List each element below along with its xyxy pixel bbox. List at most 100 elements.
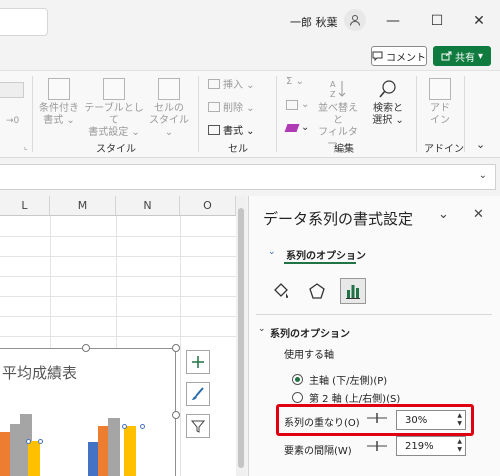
chart-resize-handle[interactable] bbox=[82, 344, 90, 352]
comments-button[interactable]: コメント bbox=[371, 46, 427, 66]
slider-icon bbox=[367, 413, 387, 423]
addins-grid-icon bbox=[429, 78, 451, 100]
column-header-m[interactable]: M bbox=[50, 196, 116, 216]
paintbrush-icon bbox=[192, 387, 204, 400]
ribbon-separator bbox=[32, 76, 33, 152]
vertical-scrollbar[interactable] bbox=[236, 196, 246, 476]
maximize-button[interactable]: ☐ bbox=[422, 9, 452, 33]
ribbon-separator bbox=[416, 76, 417, 152]
chart-resize-handle[interactable] bbox=[172, 344, 180, 352]
scrollbar-thumb[interactable] bbox=[238, 208, 244, 468]
secondary-axis-radio[interactable] bbox=[292, 392, 303, 403]
stepper-arrows-icon[interactable]: ▲ ▼ bbox=[457, 438, 462, 454]
share-icon bbox=[441, 51, 452, 61]
minimize-button[interactable]: — bbox=[378, 9, 408, 33]
gridline bbox=[0, 276, 236, 277]
stepper-arrows-icon[interactable]: ▲ ▼ bbox=[457, 412, 462, 428]
conditional-format-icon bbox=[48, 78, 70, 100]
delete-cells-icon bbox=[208, 101, 220, 112]
close-button[interactable]: ✕ bbox=[464, 9, 494, 33]
chart-styles-button[interactable] bbox=[186, 382, 210, 406]
primary-axis-radio[interactable] bbox=[292, 374, 303, 385]
fill-line-tab[interactable] bbox=[268, 278, 294, 304]
cell-styles-icon bbox=[158, 78, 180, 100]
column-header-o[interactable]: O bbox=[180, 196, 236, 216]
gridline bbox=[180, 216, 181, 476]
find-select-button[interactable]: 検索と 選択 ⌄ bbox=[368, 78, 408, 127]
person-icon bbox=[350, 15, 360, 26]
decrease-decimal-button[interactable]: →0 bbox=[6, 116, 19, 126]
overlap-slider[interactable] bbox=[366, 412, 388, 427]
series-overlap-label: 系列の重なり(O) bbox=[284, 418, 360, 429]
data-bar[interactable] bbox=[124, 426, 136, 476]
column-header-l[interactable]: L bbox=[0, 196, 50, 216]
comment-icon bbox=[372, 51, 383, 61]
gap-width-stepper[interactable]: 219% ▲ ▼ bbox=[396, 436, 466, 456]
clear-button[interactable]: ⌄ bbox=[284, 122, 309, 133]
number-dialog-launcher-icon[interactable]: ⌞ bbox=[24, 142, 28, 151]
gap-width-label: 要素の間隔(W) bbox=[284, 446, 352, 457]
collapse-ribbon-icon[interactable]: ⌄ bbox=[476, 138, 485, 151]
section-collapse-icon[interactable]: ⌄ bbox=[258, 324, 266, 334]
number-format-dropdown[interactable] bbox=[0, 82, 24, 98]
secondary-axis-option[interactable]: 第 2 軸 (上/右側)(S) bbox=[292, 390, 400, 405]
chart-elements-button[interactable] bbox=[186, 350, 210, 374]
share-label: 共有 bbox=[454, 52, 475, 64]
share-button[interactable]: 共有 ▾ bbox=[433, 46, 491, 66]
gap-width-slider[interactable] bbox=[366, 440, 388, 455]
chart-filters-button[interactable] bbox=[186, 414, 210, 438]
gridline bbox=[0, 316, 236, 317]
addins-button[interactable]: アド イン bbox=[422, 78, 458, 127]
funnel-icon bbox=[190, 420, 206, 433]
insert-cells-icon bbox=[208, 78, 220, 89]
formula-bar[interactable]: ⌄ bbox=[0, 164, 496, 190]
data-bar[interactable] bbox=[0, 432, 10, 476]
pentagon-icon bbox=[309, 283, 325, 299]
series-overlap-value: 30% bbox=[405, 414, 428, 426]
pane-options-chevron-icon[interactable]: ⌄ bbox=[438, 207, 449, 222]
slider-icon bbox=[367, 441, 387, 451]
tab-series-options[interactable]: 系列のオプション bbox=[286, 247, 366, 262]
primary-axis-label: 主軸 (下/左側)(P) bbox=[309, 376, 388, 387]
chart-title[interactable]: 平均成績表 bbox=[2, 362, 77, 383]
data-bar[interactable] bbox=[28, 441, 40, 476]
section-series-options[interactable]: 系列のオプション bbox=[270, 325, 350, 340]
chart-resize-handle[interactable] bbox=[172, 411, 180, 419]
search-box[interactable] bbox=[0, 8, 48, 36]
bar-chart-icon bbox=[346, 285, 360, 299]
gridline bbox=[0, 296, 236, 297]
delete-button[interactable]: 削除 ⌄ bbox=[208, 99, 255, 114]
insert-button[interactable]: 挿入 ⌄ bbox=[208, 76, 255, 91]
plot-area bbox=[0, 414, 170, 476]
plot-axis-heading: 使用する軸 bbox=[284, 350, 334, 361]
share-chevron-icon[interactable]: ▾ bbox=[478, 51, 483, 62]
magnifier-icon bbox=[379, 80, 396, 98]
styles-group-label: スタイル bbox=[96, 144, 136, 155]
cells-group-label: セル bbox=[228, 144, 248, 155]
avatar[interactable] bbox=[344, 9, 366, 31]
pane-close-button[interactable]: ✕ bbox=[473, 207, 484, 222]
series-overlap-stepper[interactable]: 30% ▲ ▼ bbox=[396, 410, 466, 430]
series-options-dropdown-icon[interactable]: ⌄ bbox=[268, 247, 276, 257]
data-bar[interactable] bbox=[108, 418, 120, 476]
primary-axis-option[interactable]: 主軸 (下/左側)(P) bbox=[292, 372, 387, 387]
editing-group-label: 編集 bbox=[334, 144, 354, 155]
conditional-formatting-button[interactable]: 条件付き 書式 ⌄ bbox=[38, 78, 80, 127]
selection-marker bbox=[26, 439, 31, 444]
format-as-table-icon bbox=[103, 78, 125, 100]
format-as-table-button[interactable]: テーブルとして 書式設定 ⌄ bbox=[82, 78, 146, 139]
selection-marker bbox=[122, 424, 127, 429]
series-options-tab[interactable] bbox=[340, 278, 366, 304]
column-header-n[interactable]: N bbox=[116, 196, 180, 216]
effects-tab[interactable] bbox=[304, 278, 330, 304]
format-cells-icon bbox=[208, 124, 220, 135]
sort-az-icon: AZ bbox=[330, 80, 346, 99]
fill-button[interactable]: ⌄ bbox=[286, 99, 309, 110]
gridline bbox=[0, 336, 236, 337]
format-button[interactable]: 書式 ⌄ bbox=[208, 122, 255, 137]
cell-styles-button[interactable]: セルの スタイル ⌄ bbox=[146, 78, 192, 139]
autosum-button[interactable]: Σ ⌄ bbox=[286, 76, 304, 87]
secondary-axis-label: 第 2 軸 (上/右側)(S) bbox=[309, 394, 401, 405]
addins-group-label: アドイン bbox=[424, 144, 464, 155]
expand-formula-bar-icon[interactable]: ⌄ bbox=[479, 170, 487, 181]
